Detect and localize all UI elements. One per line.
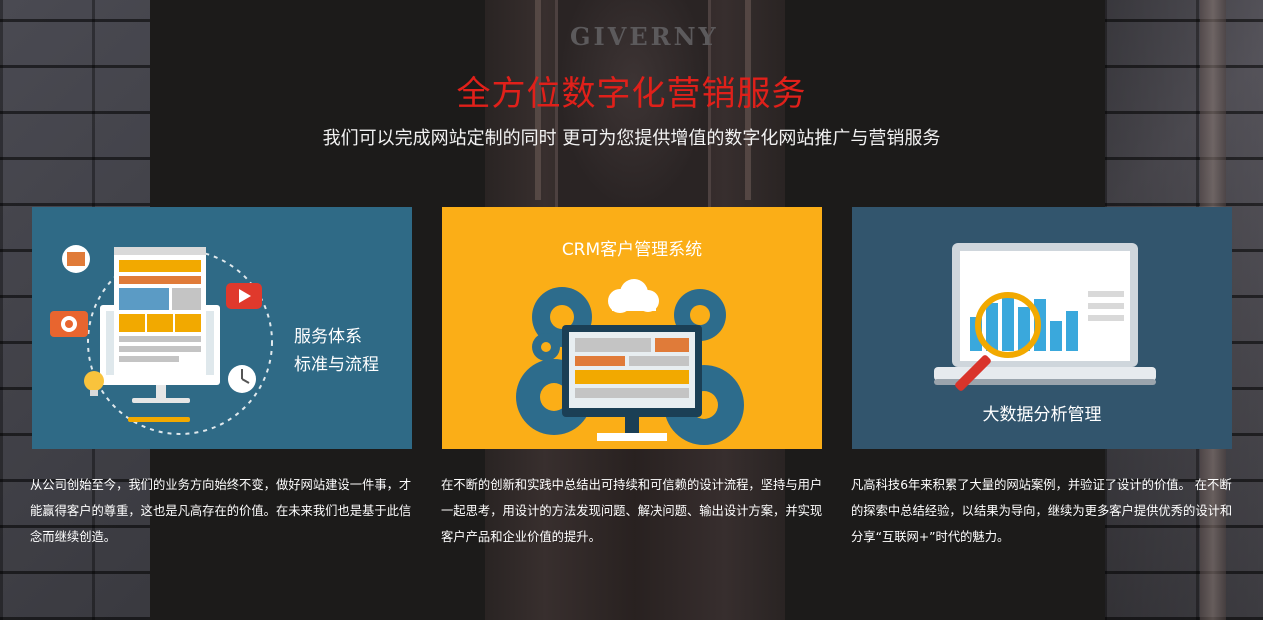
background-shop-sign: GIVERNY xyxy=(570,22,719,51)
service-card-standards[interactable]: 服务体系 标准与流程 xyxy=(32,207,412,449)
browser-window-icon xyxy=(114,247,206,377)
card-label: 大数据分析管理 xyxy=(982,405,1102,425)
card-label-line: 服务体系 xyxy=(294,327,362,347)
card-label: 服务体系 标准与流程 xyxy=(294,323,379,379)
card-description: 从公司创始至今，我们的业务方向始终不变，做好网站建设一件事，才能赢得客户的尊重，… xyxy=(30,478,412,544)
card-label: CRM客户管理系统 xyxy=(561,240,703,260)
clock-icon xyxy=(228,365,256,393)
card-description: 在不断的创新和实践中总结出可持续和可信赖的设计流程，坚持与用户一起思考，用设计的… xyxy=(441,478,823,544)
card-description: 凡高科技6年来积累了大量的网站案例，并验证了设计的价值。 在不断的探索中总结经验… xyxy=(851,478,1233,544)
card-label-line: 标准与流程 xyxy=(294,355,379,375)
camera-icon xyxy=(50,311,88,337)
youtube-play-icon xyxy=(226,283,262,309)
service-card-bigdata[interactable]: 大数据分析管理 xyxy=(852,207,1232,449)
service-card-crm[interactable]: CRM客户管理系统 xyxy=(442,207,822,449)
cloud-icon xyxy=(608,279,659,313)
section-title: 全方位数字化营销服务 xyxy=(456,74,807,114)
lightbulb-icon xyxy=(84,371,104,396)
section-subtitle: 我们可以完成网站定制的同时 更可为您提供增值的数字化网站推广与营销服务 xyxy=(322,128,941,149)
image-icon xyxy=(62,245,90,273)
